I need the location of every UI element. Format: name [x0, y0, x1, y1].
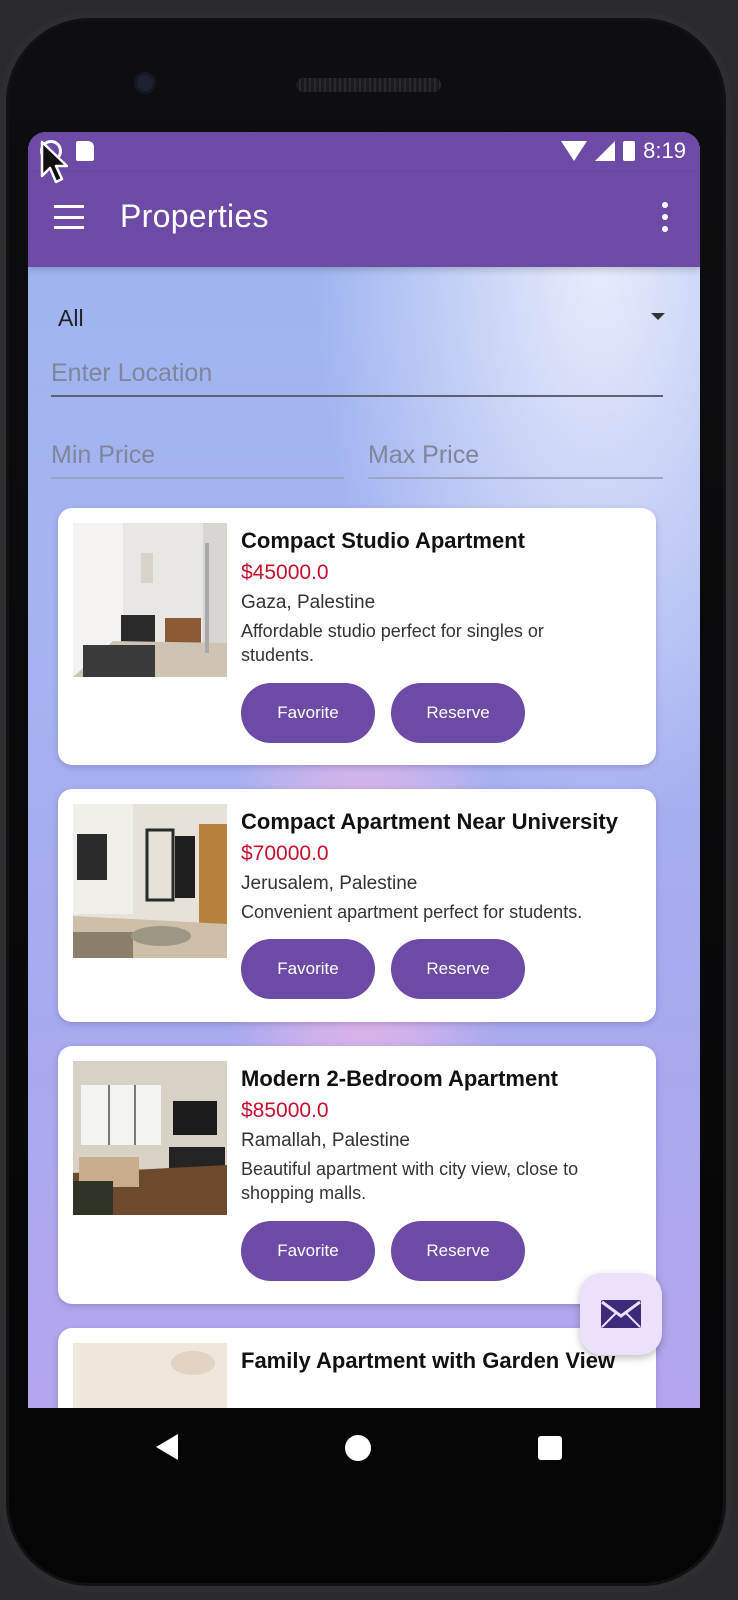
property-location: Jerusalem, Palestine [241, 873, 418, 894]
property-price: $70000.0 [241, 842, 329, 865]
property-price: $85000.0 [241, 1099, 329, 1122]
property-title: Compact Apartment Near University [241, 809, 618, 834]
home-icon[interactable] [345, 1435, 371, 1461]
property-title: Family Apartment with Garden View [241, 1348, 616, 1373]
property-description: Convenient apartment perfect for student… [241, 902, 583, 922]
property-title: Modern 2-Bedroom Apartment [241, 1066, 558, 1091]
menu-icon[interactable] [54, 205, 84, 229]
sd-card-icon [76, 141, 94, 161]
property-description: Beautiful apartment with city view, clos… [241, 1159, 579, 1203]
front-camera [134, 72, 156, 94]
recents-icon[interactable] [538, 1436, 562, 1460]
property-photo [73, 804, 227, 958]
min-price-input[interactable] [51, 433, 344, 477]
favorite-button[interactable]: Favorite [241, 683, 375, 743]
mail-icon [601, 1300, 641, 1328]
property-type-dropdown[interactable]: All [50, 287, 665, 337]
property-location: Gaza, Palestine [241, 592, 376, 613]
app-screen: 8:19 Properties All Enter Location Min P… [28, 132, 700, 1408]
dropdown-selected-value: All [58, 305, 84, 331]
property-price: $45000.0 [241, 561, 329, 584]
mouse-pointer-icon [40, 140, 68, 184]
property-card[interactable]: Compact Apartment Near University $70000… [58, 789, 656, 1022]
wifi-icon [561, 141, 588, 161]
cell-signal-icon [595, 141, 616, 161]
property-description: Affordable studio perfect for singles or… [241, 621, 544, 665]
more-options-icon[interactable] [662, 202, 670, 232]
favorite-button[interactable]: Favorite [241, 939, 375, 999]
back-icon[interactable] [156, 1434, 178, 1460]
system-nav-bar [28, 1408, 700, 1488]
status-bar: 8:19 [28, 132, 700, 172]
max-price-input[interactable] [368, 433, 663, 477]
property-photo [73, 1061, 227, 1215]
property-card[interactable]: Modern 2-Bedroom Apartment $85000.0 Rama… [58, 1046, 656, 1304]
max-price-field [368, 433, 663, 479]
dropdown-arrow-icon [651, 313, 665, 320]
property-title: Compact Studio Apartment [241, 528, 525, 553]
favorite-button[interactable]: Favorite [241, 1221, 375, 1281]
reserve-button[interactable]: Reserve [391, 1221, 525, 1281]
reserve-button[interactable]: Reserve [391, 939, 525, 999]
battery-icon [623, 141, 636, 161]
earpiece-speaker [296, 78, 441, 92]
message-fab[interactable] [580, 1273, 662, 1355]
property-location: Ramallah, Palestine [241, 1130, 410, 1151]
reserve-button[interactable]: Reserve [391, 683, 525, 743]
min-price-field [51, 433, 344, 479]
app-bar: Properties [28, 172, 700, 267]
page-title: Properties [120, 198, 269, 234]
property-card[interactable]: Compact Studio Apartment $45000.0 Gaza, … [58, 508, 656, 765]
property-photo [73, 1343, 227, 1408]
status-time: 8:19 [643, 138, 686, 163]
property-photo [73, 523, 227, 677]
location-field [51, 351, 663, 397]
property-card[interactable]: Family Apartment with Garden View [58, 1328, 656, 1408]
location-input[interactable] [51, 351, 663, 395]
